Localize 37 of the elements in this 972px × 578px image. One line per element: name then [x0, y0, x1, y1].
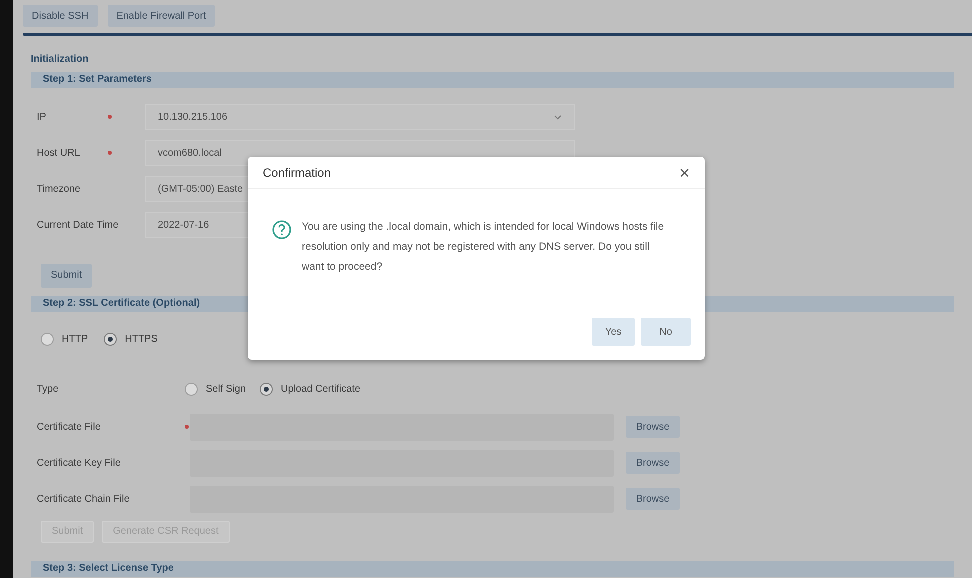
- dialog-title: Confirmation: [263, 164, 332, 182]
- radio-button[interactable]: [185, 383, 198, 396]
- required-marker: [185, 425, 189, 429]
- radio-label: HTTPS: [125, 333, 158, 347]
- section-header: Step 1: Set Parameters: [31, 72, 954, 88]
- field-label: Certificate File: [37, 420, 102, 434]
- toolbar-button[interactable]: Enable Firewall Port: [108, 5, 216, 27]
- browse-button[interactable]: Browse: [626, 416, 680, 438]
- required-marker: [108, 151, 112, 155]
- radio-button[interactable]: [41, 333, 54, 346]
- file-field[interactable]: [190, 414, 614, 440]
- select-field[interactable]: 10.130.215.106: [145, 104, 575, 130]
- field-label: Host URL: [37, 146, 80, 160]
- browse-button[interactable]: Browse: [626, 488, 680, 510]
- browse-button[interactable]: Browse: [626, 452, 680, 474]
- dialog-button[interactable]: No: [641, 318, 691, 346]
- field-label: Certificate Chain File: [37, 492, 131, 506]
- dialog-message: You are using the .local domain, which is intended for local Windows hosts file resolution only and may not be registered with any DNS server. Do you still want to proceed?: [302, 220, 666, 275]
- action-button[interactable]: Submit: [41, 264, 92, 288]
- radio-button[interactable]: [104, 333, 118, 346]
- page-title: Initialization: [31, 54, 89, 65]
- section-header: Step 3: Select License Type: [31, 560, 954, 576]
- field-label: Certificate Key File: [37, 456, 122, 470]
- field-label: Type: [37, 383, 60, 397]
- field-label: Current Date Time: [37, 218, 119, 232]
- field-label: IP: [37, 110, 46, 124]
- radio-label: Upload Certificate: [281, 383, 361, 397]
- dialog-button[interactable]: Yes: [592, 318, 635, 346]
- question-circle-icon: [272, 220, 292, 240]
- field-label: Timezone: [37, 182, 81, 196]
- radio-label: Self Sign: [206, 383, 246, 397]
- required-marker: [108, 115, 112, 119]
- radio-button[interactable]: [260, 383, 274, 396]
- chevron-down-icon: [554, 114, 562, 120]
- radio-label: HTTP: [62, 333, 88, 347]
- close-button[interactable]: ×: [679, 164, 690, 182]
- toolbar-button[interactable]: Disable SSH: [23, 5, 98, 27]
